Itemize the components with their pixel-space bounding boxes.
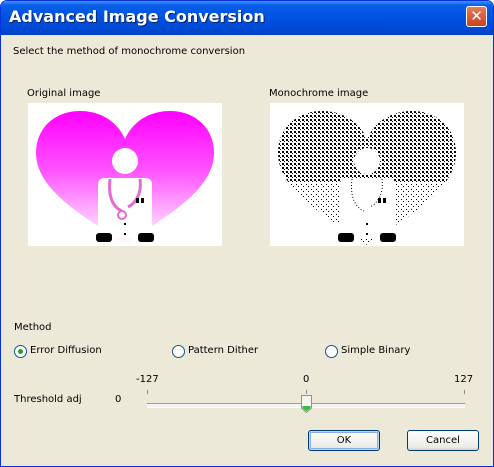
dialog-window: Advanced Image Conversion ✕ Select the m… (0, 0, 494, 467)
slider-tick (306, 390, 307, 394)
close-icon: ✕ (470, 7, 483, 25)
radio-selected-dot (18, 349, 23, 354)
method-label: Method (14, 322, 52, 333)
instruction-text: Select the method of monochrome conversi… (13, 46, 246, 57)
threshold-label: Threshold adj (14, 394, 82, 405)
cancel-button[interactable]: Cancel (407, 430, 479, 451)
slider-tick (464, 390, 465, 394)
close-button[interactable]: ✕ (466, 6, 487, 27)
ok-button[interactable]: OK (308, 430, 380, 451)
dialog-title: Advanced Image Conversion (9, 7, 265, 26)
radio-button[interactable] (325, 345, 338, 358)
original-image-label: Original image (27, 88, 101, 99)
original-image-preview (28, 103, 222, 246)
radio-label[interactable]: Simple Binary (341, 345, 410, 356)
slider-min-label: -127 (136, 374, 159, 385)
radio-button[interactable] (14, 345, 27, 358)
doctor-heart-mono-image (278, 111, 456, 245)
threshold-slider-thumb[interactable] (301, 395, 312, 414)
title-bar[interactable]: Advanced Image Conversion ✕ (1, 1, 493, 35)
radio-label[interactable]: Error Diffusion (30, 345, 102, 356)
monochrome-image-label: Monochrome image (269, 88, 369, 99)
monochrome-image-preview (270, 103, 464, 246)
radio-label[interactable]: Pattern Dither (188, 345, 258, 356)
slider-mid-label: 0 (303, 374, 310, 385)
slider-tick (147, 390, 148, 394)
slider-max-label: 127 (454, 374, 474, 385)
doctor-heart-image (36, 111, 214, 245)
threshold-value: 0 (115, 394, 122, 405)
radio-button[interactable] (172, 345, 185, 358)
